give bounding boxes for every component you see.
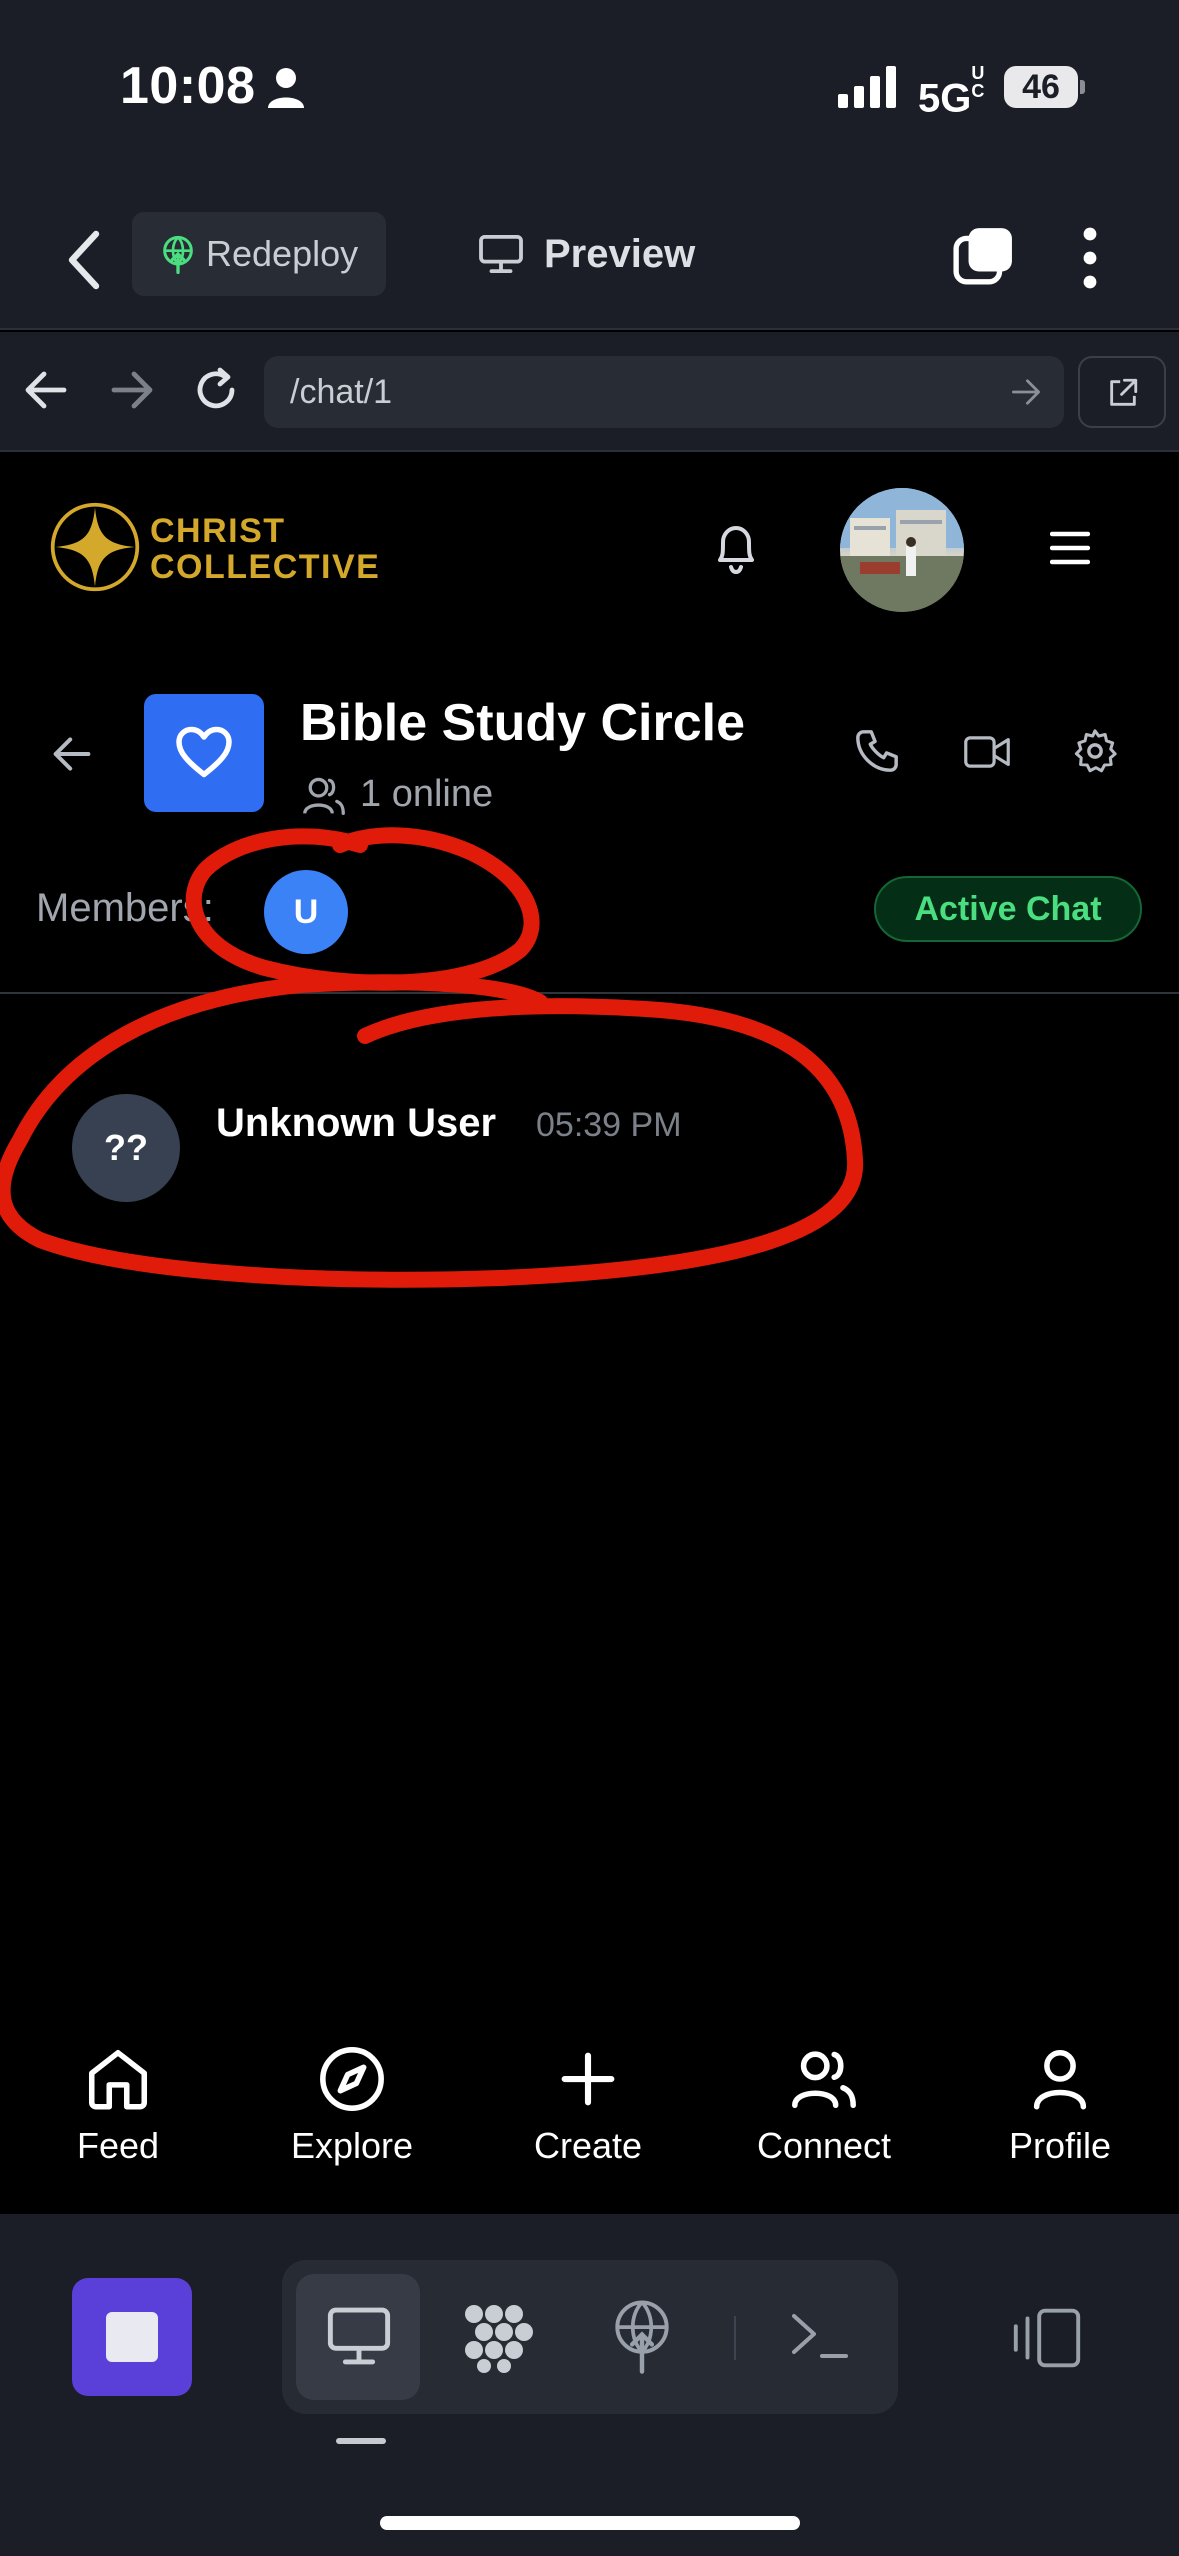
home-icon <box>88 2049 148 2110</box>
deploy-globe-icon[interactable] <box>612 2300 672 2374</box>
signal-icon <box>838 66 896 108</box>
external-link-icon <box>1110 378 1138 406</box>
member-avatar[interactable]: U <box>264 870 348 954</box>
message-timestamp: 05:39 PM <box>536 1106 682 1144</box>
reload-icon[interactable] <box>192 366 240 414</box>
nav-explore-label: Explore <box>290 2125 414 2166</box>
user-avatar[interactable] <box>840 488 964 612</box>
avatar-photo <box>840 488 964 612</box>
logo-text-line1: CHRIST <box>150 512 286 550</box>
status-badge: Active Chat <box>874 876 1142 942</box>
chat-group-icon <box>144 694 264 812</box>
status-bar: 10:08 5GUC 46 <box>0 0 1179 190</box>
status-time: 10:08 <box>120 57 256 115</box>
nav-connect-label: Connect <box>756 2125 892 2166</box>
nav-connect[interactable]: Connect <box>724 2044 924 2194</box>
logo-star-icon <box>50 502 140 592</box>
heart-icon <box>176 726 232 778</box>
chat-title: Bible Study Circle <box>300 694 745 752</box>
split-view-icon[interactable] <box>1008 2306 1086 2370</box>
monitor-icon <box>479 234 523 274</box>
users-online-icon <box>303 777 345 815</box>
plus-icon <box>561 2052 615 2106</box>
tool-switcher <box>282 2260 898 2414</box>
message-avatar: ?? <box>72 1094 180 1202</box>
redeploy-label: Redeploy <box>206 233 359 274</box>
video-camera-icon[interactable] <box>964 734 1010 770</box>
chat-back-arrow-icon[interactable] <box>52 734 92 774</box>
stop-button[interactable] <box>72 2278 192 2396</box>
hamburger-menu-icon[interactable] <box>1050 530 1090 566</box>
deploy-globe-icon <box>163 235 193 274</box>
user-icon <box>1033 2049 1087 2110</box>
nav-profile-label: Profile <box>1008 2125 1112 2166</box>
editor-bottom-toolbar <box>0 2214 1179 2556</box>
preview-label: Preview <box>544 232 696 276</box>
nav-explore[interactable]: Explore <box>252 2044 452 2194</box>
message-author: Unknown User <box>216 1101 497 1145</box>
browser-url-row: /chat/1 <box>0 332 1179 452</box>
phone-icon[interactable] <box>854 728 900 774</box>
members-label: Members: <box>36 886 214 930</box>
toolbar-divider <box>734 2316 736 2360</box>
divider <box>0 992 1179 994</box>
compass-icon <box>320 2047 384 2111</box>
stop-icon <box>106 2312 158 2362</box>
app-toolbar: Redeploy Preview <box>0 190 1179 330</box>
nav-feed-label: Feed <box>76 2125 160 2166</box>
url-text: /chat/1 <box>290 373 393 411</box>
online-count: 1 online <box>360 773 494 815</box>
url-input[interactable]: /chat/1 <box>264 356 1064 428</box>
apps-grid-icon[interactable] <box>462 2302 538 2374</box>
redeploy-button[interactable]: Redeploy <box>132 212 386 296</box>
tool-preview-button[interactable] <box>296 2274 420 2400</box>
users-icon <box>792 2051 856 2109</box>
battery-icon: 46 <box>1004 66 1085 108</box>
more-vertical-icon[interactable] <box>1070 226 1110 290</box>
go-arrow-icon[interactable] <box>1010 378 1042 406</box>
nav-create[interactable]: Create <box>488 2044 688 2194</box>
network-type: 5GUC <box>918 63 985 121</box>
monitor-icon <box>327 2307 391 2365</box>
gear-icon[interactable] <box>1072 728 1118 774</box>
arrow-left-icon[interactable] <box>24 370 68 410</box>
chevron-left-icon[interactable] <box>62 228 110 292</box>
nav-profile[interactable]: Profile <box>960 2044 1160 2194</box>
terminal-icon[interactable] <box>790 2310 850 2362</box>
battery-level: 46 <box>1004 66 1078 108</box>
home-indicator[interactable] <box>380 2516 800 2530</box>
open-external-button[interactable] <box>1078 356 1166 428</box>
bell-icon[interactable] <box>712 520 760 576</box>
active-tool-indicator <box>336 2438 386 2444</box>
logo-text-line2: COLLECTIVE <box>150 548 381 586</box>
nav-create-label: Create <box>533 2125 643 2166</box>
person-icon <box>268 68 304 108</box>
tabs-icon[interactable] <box>952 226 1014 288</box>
arrow-right-icon[interactable] <box>110 370 154 410</box>
nav-feed[interactable]: Feed <box>18 2044 218 2194</box>
